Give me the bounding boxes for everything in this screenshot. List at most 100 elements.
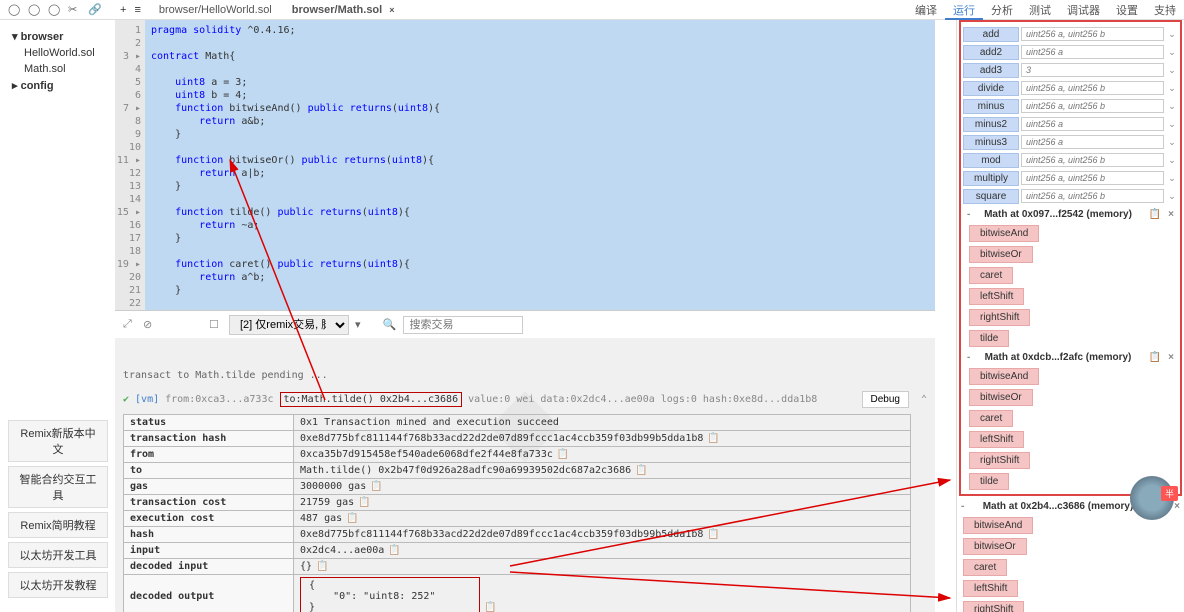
side-link[interactable]: 以太坊开发工具: [8, 542, 108, 568]
chevron-down-icon[interactable]: ⌄: [1166, 191, 1178, 202]
tab-helloworld[interactable]: browser/HelloWorld.sol: [149, 2, 282, 18]
close-icon[interactable]: ×: [1168, 209, 1174, 220]
fn-button-add[interactable]: add: [963, 27, 1019, 42]
ban-icon[interactable]: ⊘: [143, 318, 157, 332]
side-link[interactable]: 智能合约交互工具: [8, 466, 108, 508]
tree-file-helloworld[interactable]: HelloWorld.sol: [8, 45, 107, 61]
expand-icon[interactable]: ⤢: [123, 318, 137, 332]
call-button-bitwiseOr[interactable]: bitwiseOr: [969, 246, 1033, 263]
call-button-rightShift[interactable]: rightShift: [969, 452, 1030, 469]
call-button-caret[interactable]: caret: [969, 267, 1013, 284]
copy-icon[interactable]: 📋: [370, 481, 380, 491]
fn-args-input[interactable]: [1021, 81, 1164, 95]
tree-file-math[interactable]: Math.sol: [8, 61, 107, 77]
call-button-leftShift[interactable]: leftShift: [969, 431, 1024, 448]
chevron-down-icon[interactable]: ⌄: [1166, 47, 1178, 58]
call-button-leftShift[interactable]: leftShift: [969, 288, 1024, 305]
fn-args-input[interactable]: [1021, 63, 1164, 77]
call-button-bitwiseAnd[interactable]: bitwiseAnd: [963, 517, 1033, 534]
collapse-icon[interactable]: -: [961, 501, 964, 512]
collapse-icon[interactable]: -: [967, 352, 970, 363]
call-button-caret[interactable]: caret: [969, 410, 1013, 427]
fn-args-input[interactable]: [1021, 171, 1164, 185]
collapse-icon[interactable]: -: [967, 209, 970, 220]
rtab-analysis[interactable]: 分析: [983, 0, 1021, 20]
tree-folder-config[interactable]: ▸ config: [8, 77, 107, 94]
fn-args-input[interactable]: [1021, 117, 1164, 131]
menu-icon[interactable]: ≡: [134, 4, 140, 16]
copy-icon[interactable]: 📋: [484, 602, 494, 612]
fn-args-input[interactable]: [1021, 45, 1164, 59]
copy-icon[interactable]: 📋: [635, 465, 645, 475]
chevron-down-icon[interactable]: ⌄: [1166, 29, 1178, 40]
contract-header[interactable]: -Math at 0x097...f2542 (memory)📋×: [963, 206, 1178, 223]
chevron-down-icon[interactable]: ⌄: [1166, 155, 1178, 166]
close-icon[interactable]: ×: [1174, 501, 1180, 512]
chevron-down-icon[interactable]: ⌄: [1166, 83, 1178, 94]
copy-icon[interactable]: 📋: [707, 433, 717, 443]
debug-button[interactable]: Debug: [862, 391, 909, 408]
copy-icon[interactable]: 📋: [316, 561, 326, 571]
call-button-bitwiseOr[interactable]: bitwiseOr: [963, 538, 1027, 555]
call-button-tilde[interactable]: tilde: [969, 473, 1009, 490]
fn-button-square[interactable]: square: [963, 189, 1019, 204]
fn-args-input[interactable]: [1021, 189, 1164, 203]
tx-summary-line[interactable]: ✔ [vm] from:0xca3...a733c to:Math.tilde(…: [123, 391, 927, 408]
call-button-rightShift[interactable]: rightShift: [963, 601, 1024, 612]
chevron-down-icon[interactable]: ⌄: [1166, 137, 1178, 148]
code-area[interactable]: pragma solidity ^0.4.16;contract Math{ u…: [145, 20, 935, 310]
code-editor[interactable]: 123 ▸4567 ▸891011 ▸12131415 ▸16171819 ▸2…: [115, 20, 935, 310]
chevron-down-icon[interactable]: ⌄: [1166, 101, 1178, 112]
fn-button-mod[interactable]: mod: [963, 153, 1019, 168]
fn-args-input[interactable]: [1021, 135, 1164, 149]
tree-folder-browser[interactable]: ▾ browser: [8, 28, 107, 45]
fn-args-input[interactable]: [1021, 99, 1164, 113]
tab-math[interactable]: browser/Math.sol ×: [282, 2, 405, 18]
fn-button-multiply[interactable]: multiply: [963, 171, 1019, 186]
circle-icon[interactable]: ◯: [28, 3, 42, 17]
close-icon[interactable]: ×: [389, 5, 394, 15]
plus-icon[interactable]: +: [120, 4, 126, 16]
contract-header[interactable]: -Math at 0xdcb...f2afc (memory)📋×: [963, 349, 1178, 366]
fn-button-minus[interactable]: minus: [963, 99, 1019, 114]
chevron-down-icon[interactable]: ⌄: [1166, 173, 1178, 184]
collapse-icon[interactable]: ⌃: [921, 394, 927, 405]
call-button-rightShift[interactable]: rightShift: [969, 309, 1030, 326]
close-icon[interactable]: ×: [1168, 352, 1174, 363]
side-link[interactable]: Remix简明教程: [8, 512, 108, 538]
copy-icon[interactable]: 📋: [1149, 352, 1161, 363]
side-link[interactable]: 以太坊开发教程: [8, 572, 108, 598]
search-input[interactable]: [403, 316, 523, 334]
call-button-bitwiseAnd[interactable]: bitwiseAnd: [969, 225, 1039, 242]
fn-button-minus2[interactable]: minus2: [963, 117, 1019, 132]
rtab-compile[interactable]: 编译: [907, 0, 945, 20]
rtab-run[interactable]: 运行: [945, 0, 983, 20]
chevron-down-icon[interactable]: ⌄: [1166, 119, 1178, 130]
circle-icon[interactable]: ◯: [8, 3, 22, 17]
rtab-test[interactable]: 测试: [1021, 0, 1059, 20]
link-icon[interactable]: 🔗: [88, 3, 102, 17]
call-button-bitwiseAnd[interactable]: bitwiseAnd: [969, 368, 1039, 385]
call-button-tilde[interactable]: tilde: [969, 330, 1009, 347]
fn-args-input[interactable]: [1021, 27, 1164, 41]
fn-button-divide[interactable]: divide: [963, 81, 1019, 96]
call-button-leftShift[interactable]: leftShift: [963, 580, 1018, 597]
rtab-support[interactable]: 支持: [1146, 0, 1184, 20]
fn-button-add2[interactable]: add2: [963, 45, 1019, 60]
checkbox-icon[interactable]: ☐: [209, 318, 223, 332]
call-button-caret[interactable]: caret: [963, 559, 1007, 576]
fn-button-minus3[interactable]: minus3: [963, 135, 1019, 150]
copy-icon[interactable]: 📋: [1149, 209, 1161, 220]
rtab-debugger[interactable]: 调试器: [1059, 0, 1108, 20]
copy-icon[interactable]: 📋: [358, 497, 368, 507]
scissors-icon[interactable]: ✂: [68, 3, 82, 17]
copy-icon[interactable]: 📋: [388, 545, 398, 555]
fn-args-input[interactable]: [1021, 153, 1164, 167]
copy-icon[interactable]: 📋: [707, 529, 717, 539]
github-icon[interactable]: ◯: [48, 3, 62, 17]
copy-icon[interactable]: 📋: [557, 449, 567, 459]
copy-icon[interactable]: 📋: [346, 513, 356, 523]
fn-button-add3[interactable]: add3: [963, 63, 1019, 78]
call-button-bitwiseOr[interactable]: bitwiseOr: [969, 389, 1033, 406]
chevron-down-icon[interactable]: ⌄: [1166, 65, 1178, 76]
